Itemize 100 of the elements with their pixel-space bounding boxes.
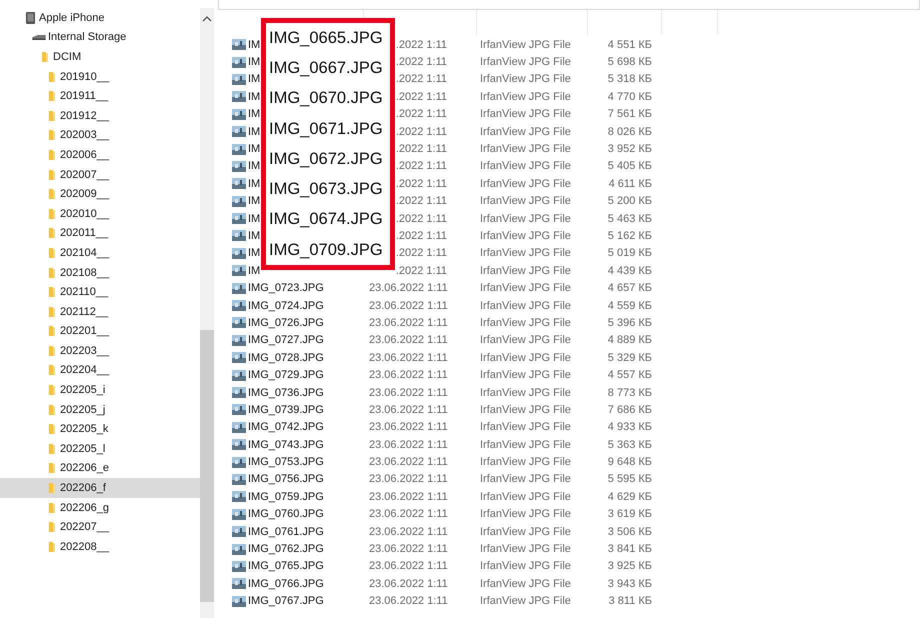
file-name[interactable]: IM <box>248 230 260 242</box>
date-modified: 23.06.2022 1:11 <box>369 300 448 312</box>
image-thumbnail-icon <box>232 39 246 50</box>
file-name[interactable]: IMG_0736.JPG <box>248 386 324 398</box>
file-size: 5 363 КБ <box>606 438 652 451</box>
file-name[interactable]: IMG_0724.JPG <box>248 300 324 312</box>
tree-item[interactable]: 202208__ <box>0 537 200 557</box>
file-name[interactable]: IMG_0756.JPG <box>248 473 324 486</box>
file-name[interactable]: IM <box>248 178 260 190</box>
tree-item[interactable]: 202104__ <box>0 243 200 263</box>
file-name[interactable]: IM <box>248 108 260 120</box>
tree-item[interactable]: 201910__ <box>0 66 200 86</box>
tree-item[interactable]: 202110__ <box>0 282 200 302</box>
file-name[interactable]: IM <box>248 160 260 172</box>
tree-item[interactable]: 202011__ <box>0 224 200 244</box>
tree-item[interactable]: DCIM <box>0 47 200 67</box>
file-type: IrfanView JPG File <box>480 178 572 190</box>
date-modified: .2022 1:11 <box>396 212 447 225</box>
file-name[interactable]: IMG_0765.JPG <box>248 560 324 572</box>
tree-item[interactable]: 201912__ <box>0 106 200 126</box>
file-name[interactable]: IM <box>248 56 260 68</box>
image-thumbnail-icon <box>232 74 246 85</box>
file-name[interactable]: IM <box>248 212 260 225</box>
tree-item[interactable]: 202203__ <box>0 341 200 361</box>
tree-item[interactable]: 202108__ <box>0 262 200 282</box>
file-name[interactable]: IMG_0727.JPG <box>248 334 324 346</box>
tree-item[interactable]: 202204__ <box>0 360 200 380</box>
date-modified: 23.06.2022 1:11 <box>369 334 448 346</box>
file-type: IrfanView JPG File <box>480 578 572 590</box>
date-modified: 23.06.2022 1:11 <box>369 386 448 398</box>
file-type: IrfanView JPG File <box>480 282 572 294</box>
date-modified: .2022 1:11 <box>396 90 447 103</box>
file-name[interactable]: IMG_0729.JPG <box>248 369 324 382</box>
scrollbar-thumb[interactable] <box>200 330 214 602</box>
file-size: 3 811 КБ <box>608 595 652 608</box>
file-name[interactable]: IM <box>248 195 260 208</box>
image-thumbnail-icon <box>232 300 246 312</box>
tree-item[interactable]: 201911__ <box>0 86 200 106</box>
tree-item[interactable]: 202010__ <box>0 204 200 224</box>
file-name[interactable]: IM <box>248 90 260 103</box>
file-name[interactable]: IM <box>248 73 260 86</box>
file-type: IrfanView JPG File <box>480 421 572 434</box>
file-type: IrfanView JPG File <box>480 560 572 572</box>
file-name[interactable]: IMG_0742.JPG <box>248 421 324 434</box>
image-thumbnail-icon <box>232 560 246 572</box>
scroll-up-icon[interactable] <box>202 16 212 22</box>
date-modified: 23.06.2022 1:11 <box>369 438 448 451</box>
date-modified: .2022 1:11 <box>396 108 447 120</box>
tree-item[interactable]: 202205_l <box>0 439 200 459</box>
image-thumbnail-icon <box>232 456 246 468</box>
file-size: 5 200 КБ <box>606 195 652 208</box>
file-size: 7 686 КБ <box>606 404 652 416</box>
file-name[interactable]: IMG_0766.JPG <box>248 578 324 590</box>
tree-item[interactable]: 202206_e <box>0 458 200 478</box>
tree-item[interactable]: 202205_i <box>0 380 200 400</box>
tree-item[interactable]: 202206_g <box>0 498 200 518</box>
file-type: IrfanView JPG File <box>480 438 572 451</box>
drive-icon <box>32 34 46 40</box>
tree-item[interactable]: 202006__ <box>0 145 200 165</box>
tree-item[interactable]: 202206_f <box>0 478 200 498</box>
file-name[interactable]: IMG_0767.JPG <box>248 595 324 608</box>
image-thumbnail-icon <box>232 196 246 207</box>
file-name[interactable]: IM <box>248 38 260 51</box>
file-size: 3 952 КБ <box>606 143 652 156</box>
file-type: IrfanView JPG File <box>480 508 572 520</box>
date-modified: 23.06.2022 1:11 <box>369 578 448 590</box>
tree-item[interactable]: 202112__ <box>0 302 200 322</box>
file-name[interactable]: IMG_0739.JPG <box>248 404 324 416</box>
tree-item[interactable]: 202205_k <box>0 419 200 440</box>
file-size: 4 551 КБ <box>606 38 652 51</box>
tree-item[interactable]: 202007__ <box>0 164 200 184</box>
file-name[interactable]: IMG_0759.JPG <box>248 490 324 503</box>
tree-item[interactable]: 202003__ <box>0 126 200 146</box>
date-modified: 23.06.2022 1:11 <box>369 421 448 434</box>
file-name[interactable]: IMG_0743.JPG <box>248 438 324 451</box>
file-name[interactable]: IMG_0726.JPG <box>248 316 324 329</box>
file-name[interactable]: IM <box>248 143 260 156</box>
image-thumbnail-icon <box>232 596 246 607</box>
file-name[interactable]: IMG_0723.JPG <box>248 282 324 294</box>
file-name[interactable]: IMG_0753.JPG <box>248 456 324 468</box>
date-modified: 23.06.2022 1:11 <box>369 282 448 294</box>
file-size: 4 933 КБ <box>606 421 652 434</box>
file-type: IrfanView JPG File <box>480 456 572 468</box>
file-name[interactable]: IMG_0760.JPG <box>248 508 324 520</box>
tree-item[interactable]: 202207__ <box>0 517 200 538</box>
file-name[interactable]: IM <box>248 264 260 277</box>
tree-item[interactable]: 202201__ <box>0 322 200 342</box>
file-type: IrfanView JPG File <box>480 404 572 416</box>
file-size: 5 318 КБ <box>606 73 652 86</box>
date-modified: .2022 1:11 <box>396 73 447 86</box>
file-name[interactable]: IMG_0762.JPG <box>248 543 324 556</box>
file-name[interactable]: IMG_0728.JPG <box>248 352 324 364</box>
tree-item[interactable]: 202009__ <box>0 184 200 204</box>
tree-item[interactable]: Internal Storage <box>0 28 200 48</box>
date-modified: .2022 1:11 <box>396 195 447 208</box>
tree-item[interactable]: Apple iPhone <box>0 8 200 28</box>
file-name[interactable]: IM <box>248 247 260 260</box>
file-name[interactable]: IMG_0761.JPG <box>248 526 324 538</box>
file-name[interactable]: IM <box>248 126 260 138</box>
tree-item[interactable]: 202205_j <box>0 400 200 420</box>
